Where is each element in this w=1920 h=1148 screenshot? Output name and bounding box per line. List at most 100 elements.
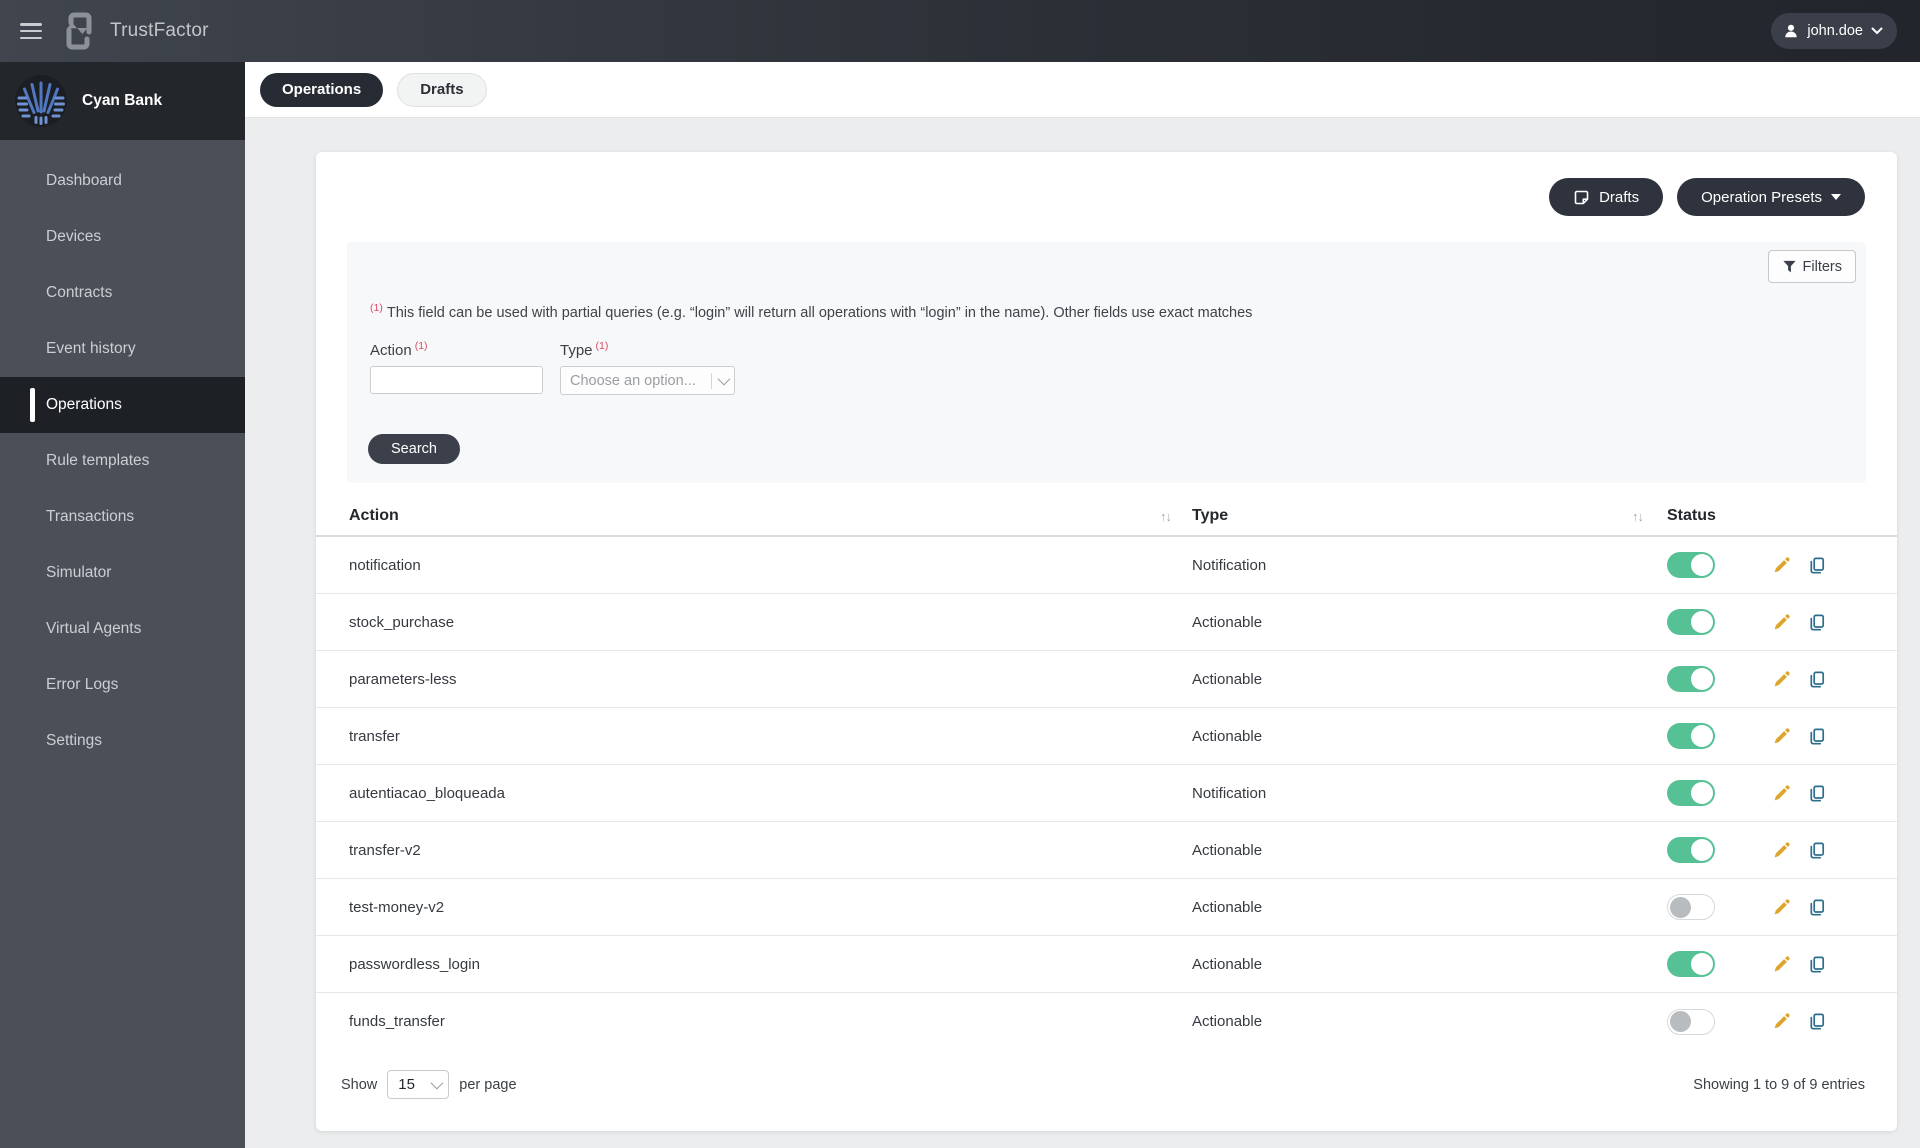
- copy-icon[interactable]: [1807, 1012, 1826, 1031]
- drafts-button[interactable]: Drafts: [1549, 178, 1664, 216]
- status-toggle[interactable]: [1667, 609, 1715, 635]
- edit-pencil-icon[interactable]: [1772, 670, 1791, 689]
- sort-icon[interactable]: ↑↓: [1632, 509, 1667, 524]
- status-toggle[interactable]: [1667, 723, 1715, 749]
- menu-icon[interactable]: [20, 23, 42, 39]
- row-status-cell: [1667, 837, 1897, 863]
- table-body: notification Notification stock_purchase: [316, 537, 1897, 1050]
- action-filter-input[interactable]: [370, 366, 543, 394]
- status-toggle[interactable]: [1667, 1008, 1715, 1035]
- row-action-name: parameters-less: [349, 670, 457, 688]
- column-header-type[interactable]: Type: [1192, 507, 1632, 525]
- cyan-bank-logo-icon: [14, 74, 68, 128]
- filter-fields: Action (1) Type (1) Choose an option...: [370, 340, 735, 395]
- sidebar-item-event-history[interactable]: Event history: [0, 321, 245, 377]
- row-type: Notification: [1192, 556, 1267, 574]
- sidebar: Cyan Bank Dashboard Devices Contracts Event…: [0, 62, 245, 1148]
- filters-button[interactable]: Filters: [1767, 250, 1856, 283]
- tab-bar: Operations Drafts: [245, 62, 1920, 118]
- chevron-down-icon: [1871, 27, 1883, 35]
- row-status-cell: [1667, 951, 1897, 977]
- edit-pencil-icon[interactable]: [1772, 898, 1791, 917]
- app-title: TrustFactor: [110, 20, 209, 41]
- action-field-group: Action (1): [370, 340, 543, 395]
- copy-icon[interactable]: [1807, 613, 1826, 632]
- sidebar-item-operations[interactable]: Operations: [0, 377, 245, 433]
- status-toggle[interactable]: [1667, 780, 1715, 806]
- page-size-select[interactable]: 15: [387, 1070, 450, 1099]
- copy-icon[interactable]: [1807, 670, 1826, 689]
- edit-pencil-icon[interactable]: [1772, 841, 1791, 860]
- edit-pencil-icon[interactable]: [1772, 556, 1791, 575]
- chevron-down-icon: [717, 372, 731, 386]
- edit-pencil-icon[interactable]: [1772, 955, 1791, 974]
- filters-note: (1) This field can be used with partial q…: [370, 302, 1253, 321]
- row-type: Actionable: [1192, 1013, 1263, 1030]
- edit-pencil-icon[interactable]: [1772, 784, 1791, 803]
- caret-down-icon: [1831, 194, 1841, 200]
- type-filter-select[interactable]: Choose an option...: [560, 366, 735, 395]
- user-name: john.doe: [1807, 23, 1863, 39]
- copy-icon[interactable]: [1807, 727, 1826, 746]
- row-status-cell: [1667, 780, 1897, 806]
- row-action-name: transfer-v2: [349, 841, 421, 859]
- type-field-label: Type (1): [560, 340, 609, 359]
- row-type: Actionable: [1192, 841, 1263, 859]
- row-type: Notification: [1192, 784, 1267, 802]
- sidebar-item-settings[interactable]: Settings: [0, 713, 245, 769]
- row-status-cell: [1667, 1008, 1897, 1035]
- table-row: transfer Actionable: [316, 708, 1897, 765]
- column-header-action[interactable]: Action: [349, 507, 1160, 525]
- status-toggle[interactable]: [1667, 552, 1715, 578]
- sidebar-item-virtual-agents[interactable]: Virtual Agents: [0, 601, 245, 657]
- card-toolbar: Drafts Operation Presets: [316, 152, 1897, 216]
- column-header-status[interactable]: Status: [1667, 507, 1897, 525]
- chevron-down-icon: [430, 1076, 444, 1090]
- sidebar-item-error-logs[interactable]: Error Logs: [0, 657, 245, 713]
- sort-icon[interactable]: ↑↓: [1160, 509, 1192, 524]
- note-icon: [1573, 189, 1590, 206]
- filters-panel: Filters (1) This field can be used with p…: [347, 242, 1866, 483]
- status-toggle[interactable]: [1667, 837, 1715, 863]
- table-row: parameters-less Actionable: [316, 651, 1897, 708]
- row-action-name: stock_purchase: [349, 613, 455, 631]
- edit-pencil-icon[interactable]: [1772, 1012, 1791, 1031]
- sidebar-header: Cyan Bank: [0, 62, 245, 140]
- sidebar-item-dashboard[interactable]: Dashboard: [0, 153, 245, 209]
- per-page-label: per page: [459, 1076, 517, 1093]
- person-icon: [1783, 23, 1799, 39]
- copy-icon[interactable]: [1807, 898, 1826, 917]
- edit-pencil-icon[interactable]: [1772, 727, 1791, 746]
- sidebar-item-contracts[interactable]: Contracts: [0, 265, 245, 321]
- edit-pencil-icon[interactable]: [1772, 613, 1791, 632]
- sidebar-nav: Dashboard Devices Contracts Event history Op…: [0, 140, 245, 769]
- tab-drafts[interactable]: Drafts: [397, 72, 487, 107]
- operation-presets-button[interactable]: Operation Presets: [1677, 178, 1865, 216]
- sidebar-item-rule-templates[interactable]: Rule templates: [0, 433, 245, 489]
- user-menu[interactable]: john.doe: [1771, 13, 1897, 49]
- status-toggle[interactable]: [1667, 894, 1715, 920]
- sidebar-item-label: Rule templates: [46, 452, 150, 469]
- table-row: autentiacao_bloqueada Notification: [316, 765, 1897, 822]
- bank-name: Cyan Bank: [82, 92, 163, 109]
- copy-icon[interactable]: [1807, 556, 1826, 575]
- sidebar-item-simulator[interactable]: Simulator: [0, 545, 245, 601]
- search-button[interactable]: Search: [368, 434, 460, 464]
- sidebar-item-label: Operations: [46, 396, 122, 413]
- status-toggle[interactable]: [1667, 666, 1715, 692]
- operations-table: Action ↑↓ Type ↑↓ Status notification No…: [316, 497, 1897, 1050]
- copy-icon[interactable]: [1807, 784, 1826, 803]
- copy-icon[interactable]: [1807, 841, 1826, 860]
- sidebar-item-label: Dashboard: [46, 172, 122, 189]
- sidebar-item-transactions[interactable]: Transactions: [0, 489, 245, 545]
- row-type: Actionable: [1192, 670, 1263, 688]
- tab-operations[interactable]: Operations: [260, 72, 384, 107]
- row-type: Actionable: [1192, 727, 1263, 745]
- status-toggle[interactable]: [1667, 951, 1715, 977]
- sidebar-item-label: Error Logs: [46, 676, 119, 693]
- row-status-cell: [1667, 609, 1897, 635]
- table-row: transfer-v2 Actionable: [316, 822, 1897, 879]
- copy-icon[interactable]: [1807, 955, 1826, 974]
- table-row: passwordless_login Actionable: [316, 936, 1897, 993]
- sidebar-item-devices[interactable]: Devices: [0, 209, 245, 265]
